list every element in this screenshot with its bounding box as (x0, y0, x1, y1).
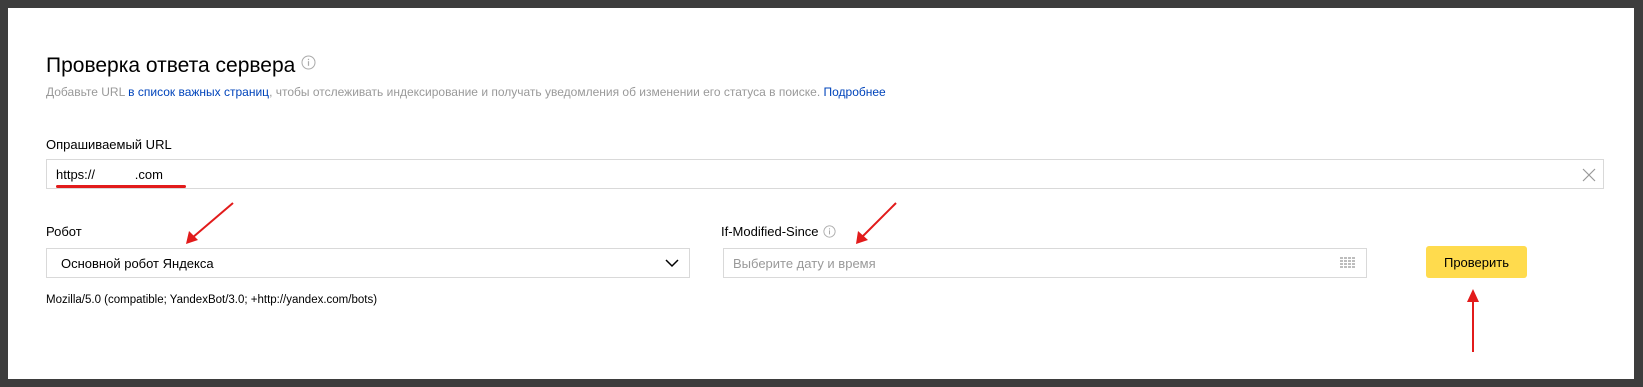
clear-icon[interactable] (1581, 167, 1597, 183)
date-time-input[interactable]: Выберите дату и время (723, 248, 1367, 278)
calendar-icon[interactable] (1340, 257, 1356, 269)
robot-select-value: Основной робот Яндекса (61, 256, 214, 271)
user-agent-text: Mozilla/5.0 (compatible; YandexBot/3.0; … (46, 294, 378, 306)
important-pages-link[interactable]: в список важных страниц (128, 85, 269, 99)
info-icon[interactable] (822, 225, 836, 238)
page-description: Добавьте URL в список важных страниц, чт… (46, 85, 886, 99)
url-field-label: Опрашиваемый URL (46, 137, 172, 152)
more-link[interactable]: Подробнее (823, 85, 885, 99)
url-input-value: https:// .com (56, 167, 163, 182)
annotation-arrow (1467, 289, 1479, 352)
robot-label: Робот (46, 224, 82, 239)
info-icon[interactable] (301, 50, 316, 78)
date-time-placeholder: Выберите дату и время (733, 256, 876, 271)
page-title-text: Проверка ответа сервера (46, 54, 296, 77)
if-modified-since-label: If-Modified-Since (721, 224, 836, 239)
page-panel: Проверка ответа сервера Добавьте URL в с… (8, 8, 1634, 379)
annotation-arrow (186, 202, 234, 244)
page-title: Проверка ответа сервера (46, 52, 316, 80)
annotation-underline (56, 185, 186, 188)
chevron-down-icon (665, 259, 679, 268)
check-button[interactable]: Проверить (1426, 246, 1527, 278)
robot-select[interactable]: Основной робот Яндекса (46, 248, 690, 278)
url-input[interactable]: https:// .com (46, 159, 1604, 189)
annotation-arrow (856, 202, 897, 244)
